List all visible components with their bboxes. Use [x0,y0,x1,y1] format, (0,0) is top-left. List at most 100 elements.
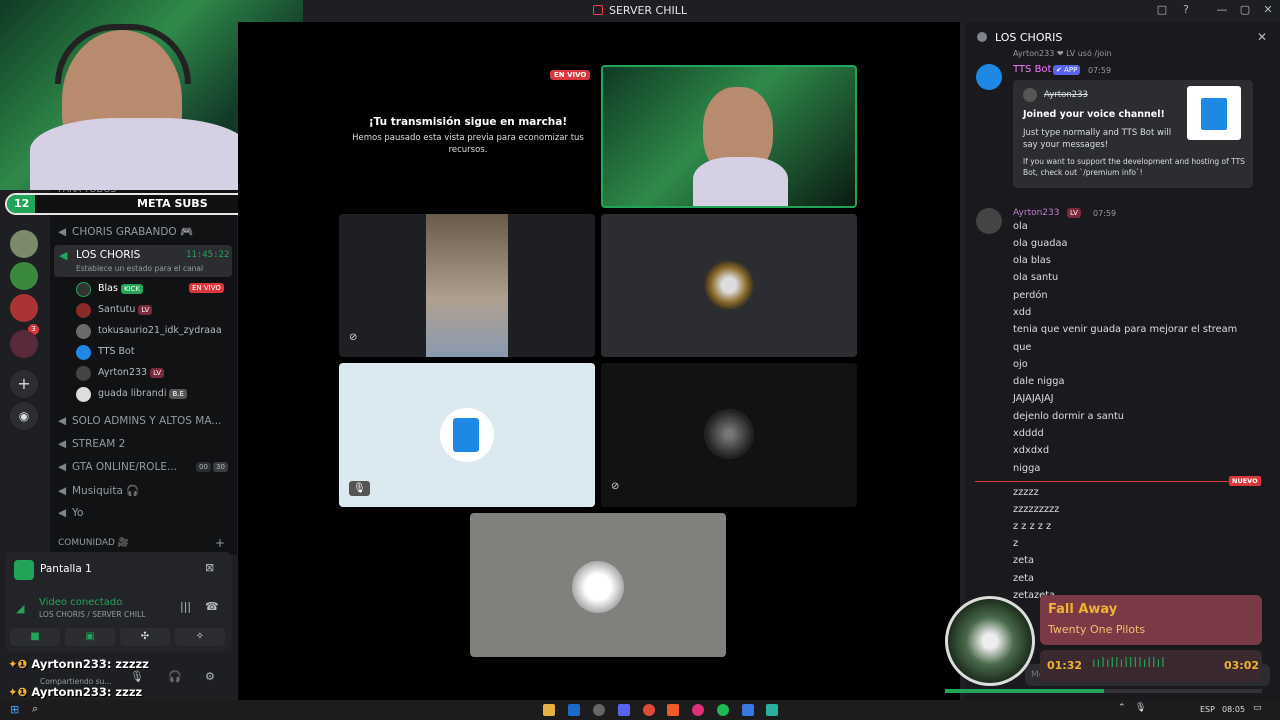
overlay-chat-line: ✦❶ Ayrtonn233: zzzz [8,685,143,699]
avatar [1023,88,1037,102]
chat-message: tenia que venir guada para mejorar el st… [1013,324,1238,335]
camera-button[interactable]: ■ [10,628,60,646]
steam-icon[interactable] [568,704,580,716]
speaker-icon: ◀ [58,507,67,519]
settings-icon[interactable]: ⚙ [205,670,215,683]
server-icon-4[interactable] [10,330,38,358]
signal-icon: ◢ [16,602,25,615]
reply-reference[interactable]: Ayrton233 ❤ LV usó /join [1013,49,1112,58]
mic-icon: 🎙 [349,481,370,496]
streamer-shirt [693,157,788,206]
soundboard-button[interactable]: ✧ [175,628,225,646]
overlay-chat-line: ✦❶ Ayrtonn233: zzzzz [8,657,149,671]
channel-yo[interactable]: ◀ Yo [58,507,230,527]
app-icon[interactable] [766,704,778,716]
channel-gta-online[interactable]: ◀ GTA ONLINE/ROLE... 00 30 [58,461,230,481]
app-icon[interactable] [742,704,754,716]
screen-share-panel: Pantalla 1 ⊠ ◢ Video conectado LOS CHORI… [5,552,232,652]
chat-message: que [1013,342,1032,353]
clock[interactable]: 08:05 [1222,705,1245,714]
close-chat-icon[interactable]: ✕ [1257,30,1267,44]
channel-stream-2[interactable]: ◀ STREAM 2 [58,438,230,458]
discord-icon[interactable] [618,704,630,716]
chat-message: xdddd [1013,428,1044,439]
screen-share-icon [14,560,34,580]
stop-share-icon[interactable]: ⊠ [205,561,214,574]
chat-message: dale nigga [1013,376,1065,387]
voice-tile-tts-bot[interactable]: 🎙 [339,363,595,507]
camera-feed [426,214,508,357]
maximize-button[interactable]: ▢ [1237,3,1253,16]
close-button[interactable]: ✕ [1260,3,1276,16]
author-name[interactable]: Ayrton233 [1013,208,1060,218]
voice-tile-guada[interactable] [470,513,726,657]
avatar [76,282,91,297]
noise-icon[interactable]: ||| [180,600,191,613]
add-server-icon[interactable]: + [10,370,38,398]
help-icon[interactable]: ? [1178,3,1194,16]
notifications-icon[interactable]: ▭ [1253,703,1262,713]
language-indicator[interactable]: ESP [1200,705,1215,714]
chrome-icon[interactable] [643,704,655,716]
now-playing-card: Fall Away Twenty One Pilots [1040,595,1262,645]
server-icon-2[interactable] [10,262,38,290]
author-name[interactable]: TTS Bot [1013,64,1051,75]
disconnect-icon[interactable]: ☎ [205,600,219,613]
channel-name: LOS CHORIS [76,249,141,261]
app-badge: ✔ APP [1053,65,1081,75]
chat-message: xdd [1013,307,1032,318]
server-icon-3[interactable] [10,294,38,322]
inbox-icon[interactable]: □ [1154,3,1170,16]
chat-message: z [1013,538,1019,549]
headphones-button[interactable]: 🎧 [168,670,182,683]
chat-title: LOS CHORIS [995,31,1063,44]
search-icon[interactable]: ⌕ [32,702,38,716]
channel-status[interactable]: Establece un estado para el canal [76,264,203,273]
chat-message: dejenlo dormir a santu [1013,411,1124,422]
tts-doc-icon [1201,98,1227,130]
streamer-shirt [30,118,250,190]
camera-tile-santutu[interactable]: ⊘ [339,214,595,357]
avatar[interactable] [976,64,1002,90]
avatar[interactable] [976,208,1002,234]
chat-message: ola santu [1013,272,1059,283]
chat-message: zzzzzzzzz [1013,504,1060,515]
track-progress [945,689,1262,693]
voice-tile-ayrton[interactable]: ⊘ [601,363,857,507]
connection-status[interactable]: Video conectado [39,597,122,608]
spotify-icon[interactable] [717,704,729,716]
server-icon-1[interactable] [10,230,38,258]
add-channel-icon[interactable]: + [215,536,225,550]
channel-los-choris[interactable]: ◀ LOS CHORIS 11:45:22 Establece un estad… [54,245,232,277]
mic-tray-icon[interactable]: 🎙 [1135,703,1146,713]
mic-icon[interactable]: 🎙 [130,670,144,683]
media-icon[interactable] [692,704,704,716]
channel-musiquita[interactable]: ◀ Musiquita 🎧 [58,484,230,504]
voice-tile-tokusaurio[interactable] [601,214,857,357]
chat-message: perdón [1013,290,1048,301]
share-screen-button[interactable]: ▣ [65,628,115,646]
minimize-button[interactable]: — [1214,3,1230,16]
app-icon[interactable] [593,704,605,716]
explorer-icon[interactable] [543,704,555,716]
taskbar: ⊞ ⌕ ⌃ 🎙 ESP 08:05 ▭ [0,700,1280,720]
thread-icon [977,32,987,42]
paused-title: ¡Tu transmisión sigue en marcha! [368,116,568,128]
chat-message: ojo [1013,359,1028,370]
channel-solo-admins[interactable]: ◀ SOLO ADMINS Y ALTOS MA... [58,415,230,435]
windows-start-icon[interactable]: ⊞ [10,703,19,716]
explore-icon[interactable]: ◉ [10,402,38,430]
stream-tile-blas[interactable] [601,65,857,208]
paused-body: Hemos pausado esta vista previa para eco… [352,133,584,155]
chat-message: ola [1013,221,1028,232]
activities-button[interactable]: ✣ [120,628,170,646]
channel-choris-grabando[interactable]: ◀ CHORIS GRABANDO 🎮 [58,225,230,245]
avatar [704,260,754,310]
goal-label: META SUBS [137,197,208,210]
tray-chevron-icon[interactable]: ⌃ [1118,703,1126,713]
chat-message: zeta [1013,555,1035,566]
embed-thumbnail [1187,86,1241,140]
track-title: Fall Away [1048,602,1118,617]
brave-icon[interactable] [667,704,679,716]
avatar [76,387,91,402]
